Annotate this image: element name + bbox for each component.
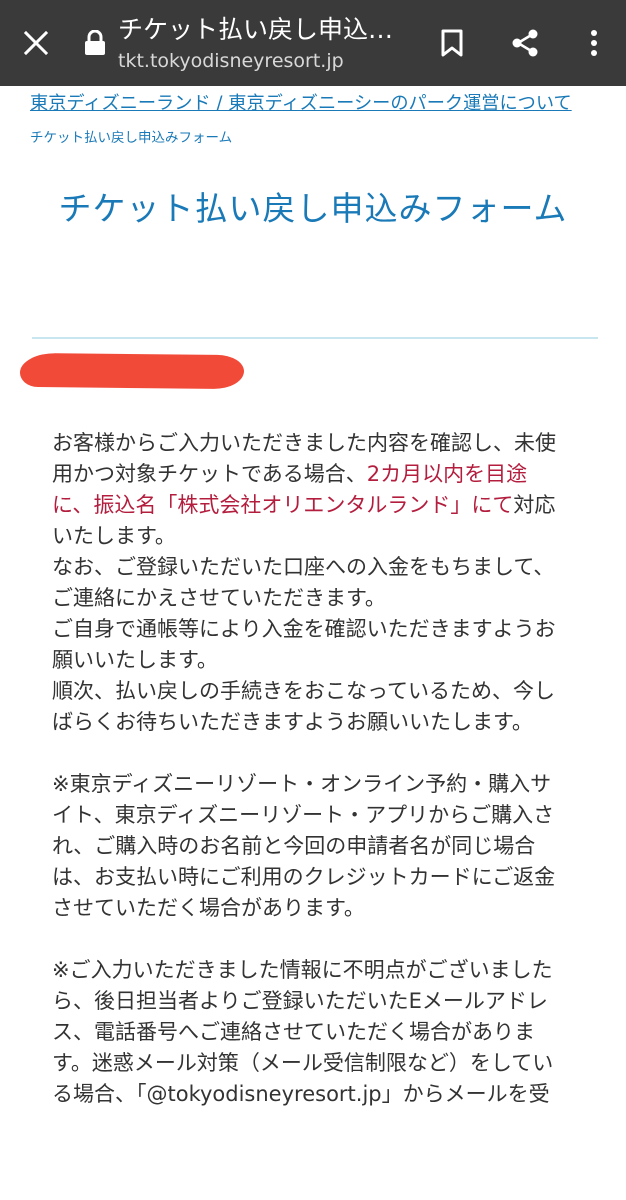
browser-toolbar: チケット払い戻し申込… tkt.tokyodisneyresort.jp	[0, 0, 626, 86]
note-line: る場合、「@tokyodisneyresort.jp」からメールを受	[52, 1082, 550, 1106]
page-title: チケット払い戻し申込みフォーム	[58, 189, 568, 228]
text-line: 用かつ対象チケットである場合、2カ月以内を目途	[52, 462, 528, 486]
text-line: ご連絡にかえさせていただきます。	[52, 586, 386, 610]
text-line: ばらくお待ちいただきますようお願いいたします。	[52, 710, 533, 734]
breadcrumb-link-park-operation[interactable]: 東京ディズニーランド / 東京ディズニーシーのパーク運営について	[30, 90, 610, 118]
note-line: ※ご入力いただきました情報に不明点がございました	[52, 958, 553, 982]
note-line: ら、後日担当者よりご登録いただいたEメールアドレ	[52, 989, 548, 1013]
page-tab-title: チケット払い戻し申込…	[118, 15, 394, 44]
more-menu-button[interactable]	[566, 15, 622, 71]
breadcrumb-current: チケット払い戻し申込みフォーム	[30, 130, 233, 146]
title-divider	[32, 337, 598, 339]
bookmark-icon	[441, 29, 463, 57]
note-line: れ、ご購入時のお名前と今回の申請者名が同じ場合	[52, 834, 536, 858]
highlight-text: に、振込名「株式会社オリエンタルランド」にて	[52, 493, 514, 517]
highlight-text: 2カ月以内を目途	[366, 462, 528, 486]
note-line: す。迷惑メール対策（メール受信制限など）をしてい	[52, 1051, 554, 1075]
note-line: は、お支払い時にご利用のクレジットカードにご返金	[52, 865, 556, 889]
share-icon	[512, 29, 538, 57]
close-button[interactable]	[8, 15, 64, 71]
redaction-mark	[19, 352, 245, 390]
more-vert-icon	[591, 30, 597, 56]
note-line: ス、電話番号へご連絡させていただく場合がありま	[52, 1020, 535, 1044]
note-line: させていただく場合があります。	[52, 896, 365, 920]
text-line: お客様からご入力いただきました内容を確認し、未使	[52, 431, 556, 455]
text-line: に、振込名「株式会社オリエンタルランド」にて対応	[52, 493, 556, 517]
close-icon	[24, 31, 48, 55]
note-line: ※東京ディズニーリゾート・オンライン予約・購入サ	[52, 772, 552, 796]
text-line: 順次、払い戻しの手続きをおこなっているため、今し	[52, 679, 555, 703]
refund-notice-text: お客様からご入力いただきました内容を確認し、未使 用かつ対象チケットである場合、…	[52, 428, 592, 1110]
text-line: ご自身で通帳等により入金を確認いただきますようお	[52, 617, 556, 641]
bookmark-button[interactable]	[424, 15, 480, 71]
url-text[interactable]: tkt.tokyodisneyresort.jp	[118, 49, 344, 73]
lock-icon	[85, 30, 105, 55]
breadcrumb: 東京ディズニーランド / 東京ディズニーシーのパーク運営について チケット払い戻…	[30, 90, 610, 148]
text-line: いたします。	[52, 524, 176, 548]
share-button[interactable]	[497, 15, 553, 71]
text-line: 願いいたします。	[52, 648, 218, 672]
note-line: イト、東京ディズニーリゾート・アプリからご購入さ	[52, 803, 555, 827]
text-line: なお、ご登録いただいた口座への入金をもちまして、	[52, 555, 555, 579]
